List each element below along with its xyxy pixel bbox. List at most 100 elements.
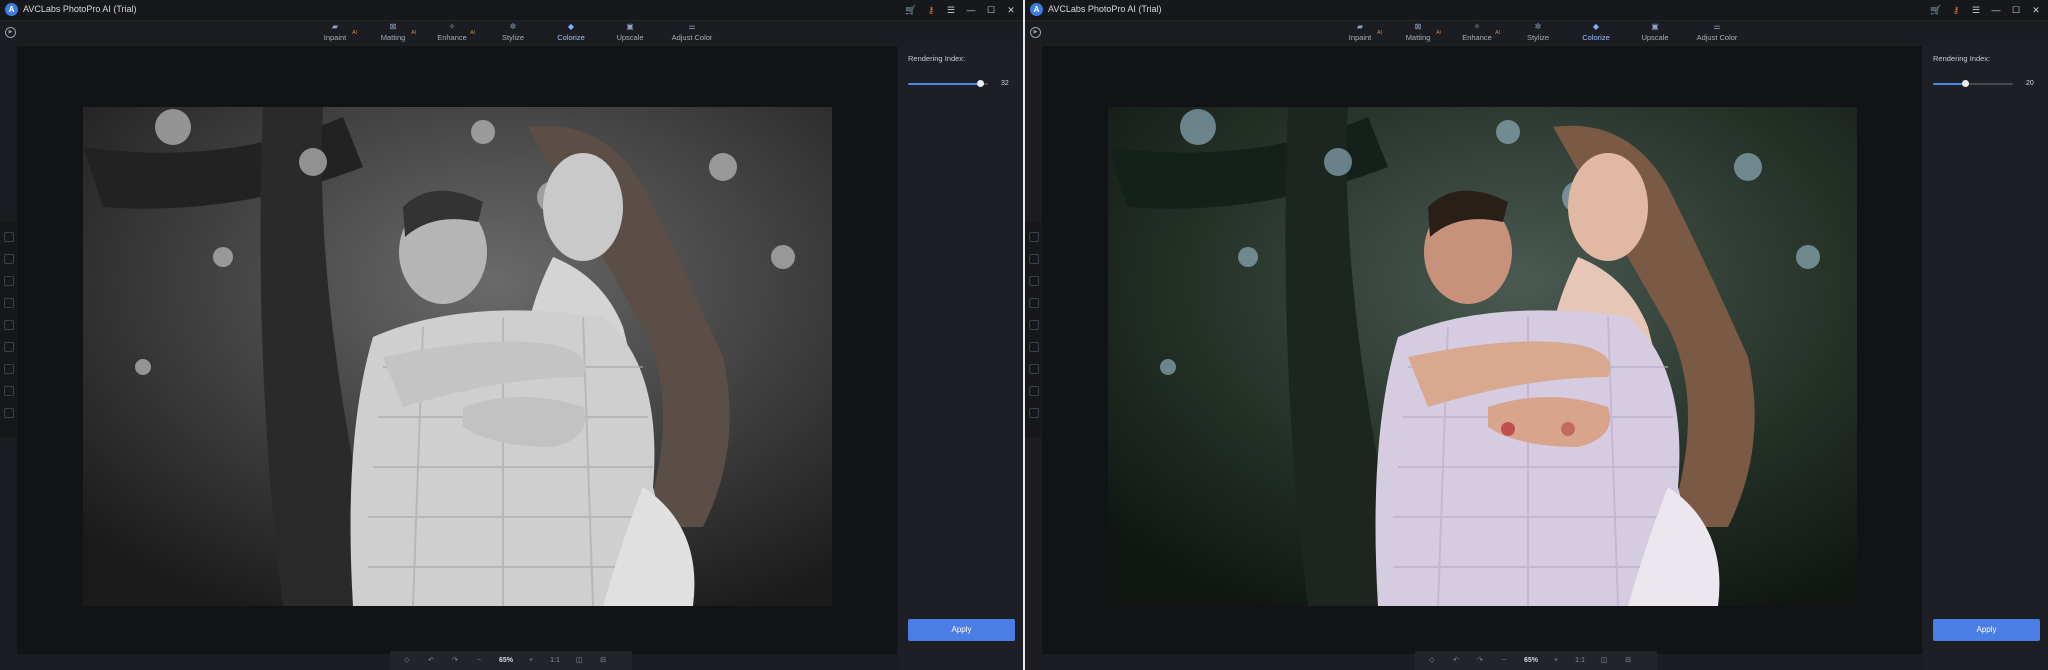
select-tool-icon[interactable] [4,232,14,242]
maximize-icon[interactable]: ☐ [985,4,997,16]
tab-colorize[interactable]: ◆ Colorize [556,21,586,47]
tab-upscale[interactable]: ▣ Upscale [1641,21,1669,44]
tab-enhance[interactable]: ✧ Enhance AI [436,21,475,44]
tab-stylize[interactable]: ✲ Stylize [500,21,526,44]
app-window-left: A AVCLabs PhotoPro AI (Trial) 🛒 ⚷ ☰ — ☐ … [0,0,1023,670]
enhance-icon: ✧ [448,22,456,31]
layer-tool-icon[interactable] [4,342,14,352]
tab-matting[interactable]: ⊠ Matting AI [377,21,416,44]
enhance-icon: ✧ [1473,22,1481,31]
app-logo-icon: A [5,3,18,16]
undo-icon[interactable]: ↶ [424,651,438,670]
zoom-out-button[interactable]: − [1497,651,1511,670]
feature-toolbar: ▶ ▰ Inpaint AI ⊠ Matting AI ✧ Enhance AI [1025,21,2048,47]
lasso-tool-icon[interactable] [4,276,14,286]
crop-tool-icon[interactable] [4,386,14,396]
actual-size-button[interactable]: 1:1 [1571,651,1589,670]
close-icon[interactable]: ✕ [2030,4,2042,16]
app-logo-icon: A [1030,3,1043,16]
apply-button[interactable]: Apply [1933,619,2040,641]
cart-icon[interactable]: 🛒 [905,4,917,16]
tab-inpaint[interactable]: ▰ Inpaint AI [1345,21,1382,44]
title-bar: A AVCLabs PhotoPro AI (Trial) 🛒 ⚷ ☰ — ☐ … [1025,0,2048,21]
upscale-icon: ▣ [1651,22,1659,31]
inpaint-icon: ▰ [331,22,339,31]
tool-sidebar [0,222,16,437]
fit-screen-icon[interactable]: ◇ [1425,651,1439,670]
crop-tool-icon[interactable] [1029,386,1039,396]
close-icon[interactable]: ✕ [1005,4,1017,16]
rectangle-tool-icon[interactable] [4,298,14,308]
mask-tool-icon[interactable] [1029,364,1039,374]
tab-colorize[interactable]: ◆ Colorize [1581,21,1611,47]
zoom-level: 65% [1523,657,1538,664]
compare-icon[interactable]: ◫ [572,651,586,670]
brush-tool-icon[interactable] [1029,254,1039,264]
menu-icon[interactable]: ☰ [1970,4,1982,16]
tab-stylize[interactable]: ✲ Stylize [1525,21,1551,44]
brush-tool-icon[interactable] [4,254,14,264]
zoom-bar: ◇ ↶ ↷ − 65% + 1:1 ◫ ⊟ [1415,651,1657,670]
fit-screen-icon[interactable]: ◇ [400,651,414,670]
minimize-icon[interactable]: — [1990,4,2002,16]
rendering-index-value: 20 [2026,80,2034,87]
stylize-icon: ✲ [1534,22,1542,31]
rendering-index-value: 32 [1001,80,1009,87]
undo-icon[interactable]: ↶ [1449,651,1463,670]
menu-icon[interactable]: ☰ [945,4,957,16]
zoom-bar: ◇ ↶ ↷ − 65% + 1:1 ◫ ⊟ [390,651,632,670]
key-icon[interactable]: ⚷ [1950,4,1962,16]
cart-icon[interactable]: 🛒 [1930,4,1942,16]
matting-icon: ⊠ [389,22,397,31]
zoom-in-button[interactable]: + [524,651,538,670]
tab-adjust-color[interactable]: ⚌ Adjust Color [1695,21,1739,44]
comparison-stage: A AVCLabs PhotoPro AI (Trial) 🛒 ⚷ ☰ — ☐ … [0,0,2048,670]
compare-icon[interactable]: ◫ [1597,651,1611,670]
slider-knob[interactable] [977,80,984,87]
adjust-color-icon: ⚌ [688,22,696,31]
ellipse-tool-icon[interactable] [4,320,14,330]
grayscale-photo [83,107,832,606]
back-icon[interactable]: ▶ [5,27,16,38]
select-tool-icon[interactable] [1029,232,1039,242]
back-icon[interactable]: ▶ [1030,27,1041,38]
rendering-index-slider[interactable] [1933,80,2013,87]
tab-adjust-color[interactable]: ⚌ Adjust Color [670,21,714,44]
adjust-color-icon: ⚌ [1713,22,1721,31]
save-icon[interactable]: ⊟ [1621,651,1635,670]
colorize-icon: ◆ [1592,22,1600,31]
rendering-index-slider[interactable] [908,80,988,87]
colorized-photo [1108,107,1857,606]
ellipse-tool-icon[interactable] [1029,320,1039,330]
lasso-tool-icon[interactable] [1029,276,1039,286]
tool-sidebar [1025,222,1041,437]
slider-fill [908,83,980,85]
tab-matting[interactable]: ⊠ Matting AI [1402,21,1441,44]
slider-knob[interactable] [1962,80,1969,87]
maximize-icon[interactable]: ☐ [2010,4,2022,16]
upscale-icon: ▣ [626,22,634,31]
zoom-in-button[interactable]: + [1549,651,1563,670]
slider-fill [1933,83,1965,85]
layer-tool-icon[interactable] [1029,342,1039,352]
tab-upscale[interactable]: ▣ Upscale [616,21,644,44]
rectangle-tool-icon[interactable] [1029,298,1039,308]
matting-icon: ⊠ [1414,22,1422,31]
mask-tool-icon[interactable] [4,364,14,374]
minimize-icon[interactable]: — [965,4,977,16]
colorize-icon: ◆ [567,22,575,31]
settings-panel: Rendering Index: 20 Apply [1923,46,2048,670]
save-icon[interactable]: ⊟ [596,651,610,670]
tab-inpaint[interactable]: ▰ Inpaint AI [320,21,357,44]
redo-icon[interactable]: ↷ [1473,651,1487,670]
redo-icon[interactable]: ↷ [448,651,462,670]
actual-size-button[interactable]: 1:1 [546,651,564,670]
app-window-right: A AVCLabs PhotoPro AI (Trial) 🛒 ⚷ ☰ — ☐ … [1025,0,2048,670]
reset-tool-icon[interactable] [1029,408,1039,418]
apply-button[interactable]: Apply [908,619,1015,641]
stylize-icon: ✲ [509,22,517,31]
reset-tool-icon[interactable] [4,408,14,418]
zoom-out-button[interactable]: − [472,651,486,670]
tab-enhance[interactable]: ✧ Enhance AI [1461,21,1500,44]
key-icon[interactable]: ⚷ [925,4,937,16]
